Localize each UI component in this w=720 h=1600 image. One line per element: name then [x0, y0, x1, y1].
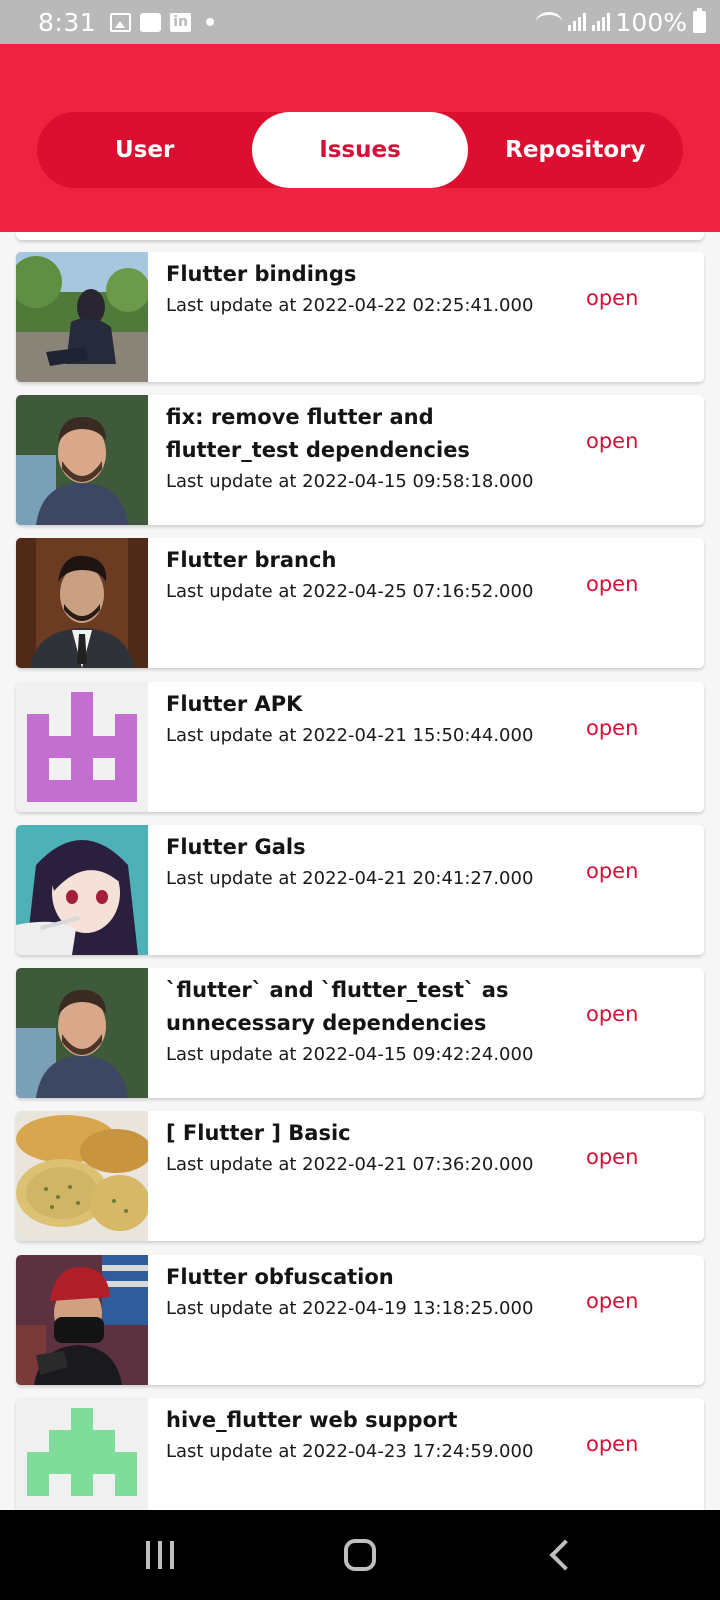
issue-status: open	[586, 286, 639, 310]
wifi-icon	[535, 12, 562, 32]
avatar	[16, 1255, 148, 1385]
home-button[interactable]	[300, 1510, 420, 1600]
notification-icons: in	[110, 12, 215, 32]
issue-card[interactable]: Flutter Gals Last update at 2022-04-21 2…	[16, 825, 704, 955]
avatar	[16, 538, 148, 668]
issue-card[interactable]: [ Flutter ] Basic Last update at 2022-04…	[16, 1111, 704, 1241]
signal-icon	[567, 13, 586, 31]
linkedin-notification-icon: in	[170, 12, 192, 32]
previous-card-edge	[16, 232, 704, 240]
battery-percentage: 100%	[615, 7, 687, 37]
issue-status: open	[586, 716, 639, 740]
tab-user[interactable]: User	[37, 112, 252, 188]
message-notification-icon	[140, 12, 162, 32]
issue-card[interactable]: hive_flutter web support Last update at …	[16, 1398, 704, 1510]
issue-title: `flutter` and `flutter_test` as unnecess…	[166, 978, 509, 1035]
issue-title: Flutter bindings	[166, 262, 357, 286]
back-button[interactable]	[500, 1510, 620, 1600]
issue-title: hive_flutter web support	[166, 1408, 458, 1432]
issue-status: open	[586, 572, 639, 596]
issue-card[interactable]: Flutter APK Last update at 2022-04-21 15…	[16, 682, 704, 812]
more-notifications-dot-icon	[206, 18, 215, 26]
avatar	[16, 825, 148, 955]
issue-status: open	[586, 1289, 639, 1313]
avatar	[16, 682, 148, 812]
tab-selector: User Issues Repository	[37, 112, 683, 188]
issue-updated: Last update at 2022-04-15 09:58:18.000	[166, 471, 534, 492]
home-icon	[344, 1539, 376, 1571]
issue-card[interactable]: Flutter obfuscation Last update at 2022-…	[16, 1255, 704, 1385]
issue-status: open	[586, 429, 639, 453]
avatar	[16, 395, 148, 525]
avatar	[16, 252, 148, 382]
avatar	[16, 1398, 148, 1510]
recent-apps-icon	[146, 1541, 174, 1569]
issue-title: Flutter branch	[166, 548, 337, 572]
issue-updated: Last update at 2022-04-15 09:42:24.000	[166, 1044, 534, 1065]
issue-status: open	[586, 1145, 639, 1169]
gallery-notification-icon	[110, 12, 132, 32]
issue-card[interactable]: Flutter bindings Last update at 2022-04-…	[16, 252, 704, 382]
issue-card[interactable]: fix: remove flutter and flutter_test dep…	[16, 395, 704, 525]
issue-status: open	[586, 1002, 639, 1026]
recent-apps-button[interactable]	[100, 1510, 220, 1600]
issue-title: Flutter obfuscation	[166, 1265, 394, 1289]
avatar	[16, 968, 148, 1098]
issue-status: open	[586, 1432, 639, 1456]
issue-title: [ Flutter ] Basic	[166, 1121, 351, 1145]
avatar	[16, 1111, 148, 1241]
tab-repository[interactable]: Repository	[468, 112, 683, 188]
issue-title: Flutter APK	[166, 692, 303, 716]
tab-issues[interactable]: Issues	[252, 112, 468, 188]
issue-card[interactable]: `flutter` and `flutter_test` as unnecess…	[16, 968, 704, 1098]
issue-list[interactable]: Flutter bindings Last update at 2022-04-…	[0, 232, 720, 1510]
app-header: User Issues Repository	[0, 44, 720, 232]
system-navigation-bar	[0, 1510, 720, 1600]
issue-title: Flutter Gals	[166, 835, 306, 859]
status-bar: 8:31 in 100%	[0, 0, 720, 44]
back-icon	[549, 1539, 581, 1571]
status-time: 8:31	[38, 7, 97, 37]
issue-title: fix: remove flutter and flutter_test dep…	[166, 405, 470, 462]
issue-status: open	[586, 859, 639, 883]
battery-icon	[693, 8, 706, 33]
system-status-icons: 100%	[535, 7, 706, 37]
issue-card[interactable]: Flutter branch Last update at 2022-04-25…	[16, 538, 704, 668]
signal-icon-2	[591, 13, 610, 31]
